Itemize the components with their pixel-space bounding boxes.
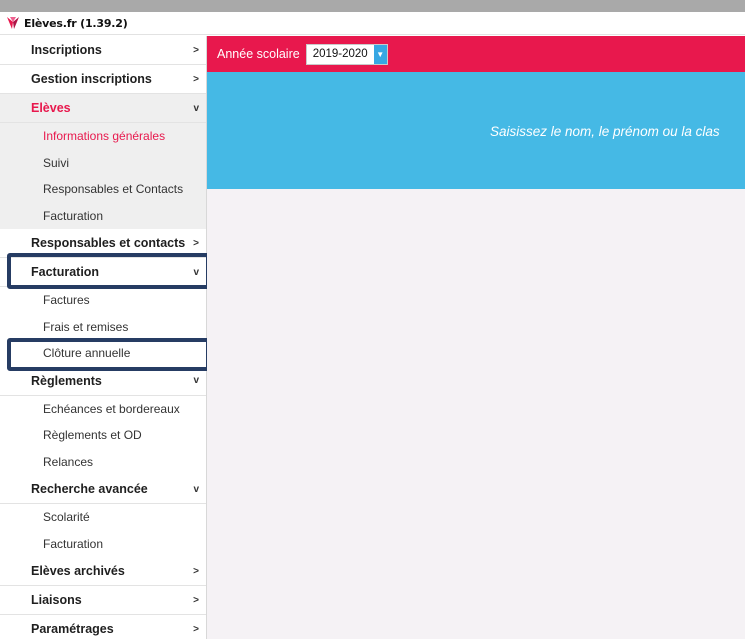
chevron-right-icon: > [193, 565, 199, 577]
sidebar-subitem-label: Echéances et bordereaux [43, 401, 180, 416]
sidebar-item-label: Responsables et contacts [31, 236, 186, 250]
sidebar-subitem-label: Suivi [43, 155, 70, 170]
app-title: Elèves.fr (1.39.2) [24, 16, 128, 30]
search-hint-text: Saisissez le nom, le prénom ou la clas [490, 124, 720, 139]
sidebar-item-label: Elèves archivés [31, 564, 125, 578]
search-banner[interactable]: Saisissez le nom, le prénom ou la clas [207, 72, 745, 189]
sidebar-item-liaisons[interactable]: Liaisons > [0, 586, 206, 615]
school-year-value: 2019-2020 [312, 48, 368, 60]
sidebar-subitem-eleves-facturation[interactable]: Facturation [0, 202, 206, 229]
sidebar-subitem-label: Frais et remises [43, 319, 129, 334]
chevron-right-icon: > [193, 594, 199, 606]
sidebar-subitem-cloture-annuelle[interactable]: Clôture annuelle [0, 340, 206, 367]
chevron-down-icon: v [193, 375, 199, 386]
sidebar-subitem-label: Règlements et OD [43, 428, 142, 443]
sidebar-item-label: Elèves [31, 101, 71, 115]
sidebar-item-inscriptions[interactable]: Inscriptions > [0, 36, 206, 65]
sidebar: Inscriptions > Gestion inscriptions > El… [0, 36, 207, 639]
sidebar-subitem-label: Responsables et Contacts [43, 182, 184, 197]
sidebar-subitem-echeances-bordereaux[interactable]: Echéances et bordereaux [0, 396, 206, 423]
sidebar-subitem-label: Facturation [43, 536, 104, 551]
chevron-right-icon: > [193, 73, 199, 85]
sidebar-subitem-suivi[interactable]: Suivi [0, 149, 206, 176]
sidebar-subitem-label: Scolarité [43, 510, 90, 525]
chevron-down-icon: v [193, 102, 199, 114]
sidebar-item-label: Paramétrages [31, 622, 114, 636]
school-year-bar: Année scolaire 2019-2020 ▼ [207, 36, 745, 72]
window-top-border [0, 0, 745, 12]
title-bar: Elèves.fr (1.39.2) [0, 12, 745, 35]
sidebar-subitem-frais-remises[interactable]: Frais et remises [0, 314, 206, 341]
sidebar-item-eleves-archives[interactable]: Elèves archivés > [0, 557, 206, 586]
app-logo-icon [7, 17, 19, 29]
sidebar-subitem-recherche-facturation[interactable]: Facturation [0, 531, 206, 558]
sidebar-subitem-scolarite[interactable]: Scolarité [0, 504, 206, 531]
school-year-select[interactable]: 2019-2020 ▼ [305, 43, 388, 65]
sidebar-item-parametrages[interactable]: Paramétrages > [0, 615, 206, 639]
dropdown-arrow-icon[interactable]: ▼ [373, 44, 387, 64]
sidebar-subitem-label: Informations générales [43, 129, 166, 144]
sidebar-subitem-label: Clôture annuelle [43, 346, 131, 361]
sidebar-subitem-reglements-od[interactable]: Règlements et OD [0, 422, 206, 449]
sidebar-item-label: Facturation [31, 265, 100, 279]
sidebar-item-label: Recherche avancée [31, 482, 148, 496]
chevron-down-icon: v [193, 483, 199, 495]
sidebar-item-responsables-contacts[interactable]: Responsables et contacts > [0, 229, 206, 258]
sidebar-item-label: Liaisons [31, 593, 82, 607]
sidebar-item-gestion-inscriptions[interactable]: Gestion inscriptions > [0, 65, 206, 94]
school-year-label: Année scolaire [217, 47, 300, 61]
sidebar-item-reglements[interactable]: Règlements v [0, 367, 206, 396]
chevron-right-icon: > [193, 44, 199, 56]
sidebar-item-recherche-avancee[interactable]: Recherche avancée v [0, 475, 206, 504]
sidebar-subitem-factures[interactable]: Factures [0, 287, 206, 314]
sidebar-subitem-label: Factures [43, 293, 90, 308]
sidebar-subitem-relances[interactable]: Relances [0, 449, 206, 476]
chevron-right-icon: > [193, 237, 199, 249]
sidebar-subitem-informations-generales[interactable]: Informations générales [0, 123, 206, 150]
chevron-right-icon: > [193, 623, 199, 635]
sidebar-item-label: Règlements [31, 373, 102, 388]
sidebar-subitem-responsables-contacts[interactable]: Responsables et Contacts [0, 176, 206, 203]
sidebar-item-label: Inscriptions [31, 43, 102, 57]
sidebar-item-facturation[interactable]: Facturation v [0, 258, 206, 287]
chevron-down-icon: v [193, 266, 199, 278]
sidebar-subitem-label: Relances [43, 454, 94, 469]
sidebar-subitem-label: Facturation [43, 208, 104, 223]
sidebar-item-eleves[interactable]: Elèves v [0, 94, 206, 123]
sidebar-item-label: Gestion inscriptions [31, 72, 152, 86]
main-panel: Année scolaire 2019-2020 ▼ Saisissez le … [207, 36, 745, 639]
